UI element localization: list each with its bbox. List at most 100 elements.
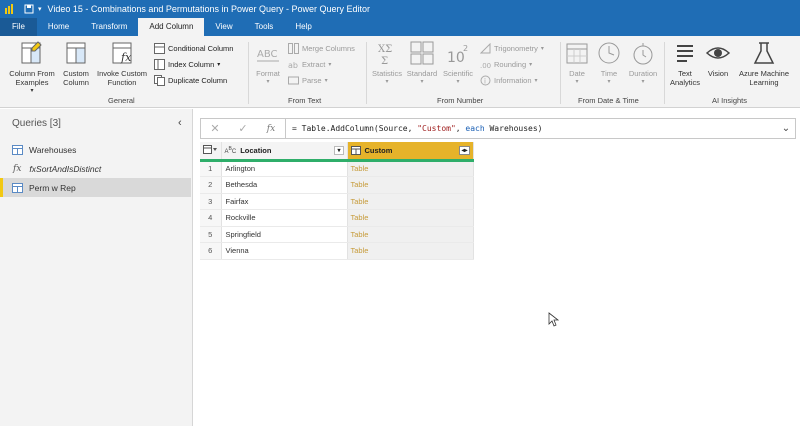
information-button[interactable]: i Information ▾ bbox=[480, 74, 538, 87]
tab-tools[interactable]: Tools bbox=[244, 18, 285, 36]
custom-column-icon bbox=[66, 42, 86, 64]
format-button[interactable]: ABC Format ▾ bbox=[252, 40, 284, 87]
mouse-cursor-icon bbox=[548, 312, 559, 327]
conditional-column-button[interactable]: Conditional Column bbox=[154, 42, 233, 55]
svg-text:XΣ: XΣ bbox=[378, 44, 392, 55]
svg-text:i: i bbox=[484, 78, 486, 86]
trigonometry-button[interactable]: Trigonometry ▾ bbox=[480, 42, 544, 55]
date-button[interactable]: Date ▾ bbox=[564, 40, 590, 87]
table-menu-button[interactable] bbox=[200, 142, 222, 162]
invoke-function-icon: fx bbox=[112, 42, 132, 64]
text-analytics-button[interactable]: Text Analytics bbox=[668, 40, 702, 87]
clock-icon bbox=[598, 42, 620, 64]
scientific-icon: 102 bbox=[447, 44, 468, 66]
table-cell[interactable]: Bethesda bbox=[221, 176, 348, 194]
duration-button[interactable]: Duration ▾ bbox=[626, 40, 660, 87]
expand-formula-chevron-down-icon[interactable]: ⌄ bbox=[777, 123, 795, 134]
custom-column-button[interactable]: Custom Column bbox=[60, 40, 92, 87]
invoke-custom-function-button[interactable]: fx Invoke Custom Function bbox=[94, 40, 150, 87]
table-row[interactable]: 1 Arlington Table bbox=[200, 160, 474, 177]
scientific-button[interactable]: 10 2 Scientific ▾ bbox=[440, 40, 476, 87]
table-cell[interactable]: Rockville bbox=[221, 209, 348, 227]
duplicate-column-icon bbox=[154, 75, 165, 86]
formula-input[interactable]: = Table.AddColumn(Source, "Custom", each… bbox=[286, 124, 777, 133]
ribbon-separator bbox=[664, 42, 665, 104]
table-link-cell[interactable]: Table bbox=[347, 176, 474, 194]
extract-button[interactable]: ab Extract ▾ bbox=[288, 58, 331, 71]
column-header-custom[interactable]: Custom ◂▸ bbox=[347, 142, 474, 162]
table-row[interactable]: 5 Springfield Table bbox=[200, 226, 474, 243]
trigonometry-icon bbox=[480, 43, 491, 54]
table-type-icon[interactable] bbox=[350, 145, 361, 155]
merge-columns-button[interactable]: Merge Columns bbox=[288, 42, 355, 55]
tab-transform[interactable]: Transform bbox=[80, 18, 138, 36]
save-icon[interactable] bbox=[24, 4, 34, 14]
column-header-location[interactable]: ABC Location ▾ bbox=[221, 142, 348, 162]
index-column-button[interactable]: Index Column ▾ bbox=[154, 58, 220, 71]
tab-file[interactable]: File bbox=[0, 18, 37, 36]
data-grid: ABC Location ▾ Custom ◂▸ 1 Arlington Table… bbox=[200, 142, 474, 260]
table-icon bbox=[12, 144, 23, 155]
standard-button[interactable]: Standard ▾ bbox=[404, 40, 440, 87]
column-filter-dropdown-icon[interactable]: ▾ bbox=[334, 145, 344, 155]
statistics-button[interactable]: XΣ Σ Statistics ▾ bbox=[370, 40, 404, 87]
selected-indicator bbox=[0, 178, 3, 197]
table-cell[interactable]: Springfield bbox=[221, 226, 348, 243]
collapse-pane-chevron-icon[interactable]: ‹ bbox=[178, 117, 182, 129]
calendar-icon bbox=[566, 43, 588, 64]
fx-insert-function-icon[interactable]: fx bbox=[257, 124, 285, 134]
query-item-fxsortandisdistinct[interactable]: fx fxSortAndIsDistinct bbox=[4, 159, 191, 178]
statistics-icon: XΣΣ bbox=[378, 44, 392, 66]
tab-add-column[interactable]: Add Column bbox=[138, 18, 205, 36]
table-cell[interactable]: Vienna bbox=[221, 242, 348, 260]
table-row[interactable]: 6 Vienna Table bbox=[200, 242, 474, 260]
svg-text:.00: .00 bbox=[480, 62, 491, 70]
quick-access-dropdown[interactable]: ▾ bbox=[38, 5, 42, 13]
vision-button[interactable]: Vision bbox=[704, 40, 732, 78]
table-menu-icon bbox=[203, 144, 218, 154]
parse-button[interactable]: Parse ▾ bbox=[288, 74, 328, 87]
table-link-cell[interactable]: Table bbox=[347, 242, 474, 260]
table-cell[interactable]: Fairfax bbox=[221, 193, 348, 210]
table-link-cell[interactable]: Table bbox=[347, 193, 474, 210]
table-link-cell[interactable]: Table bbox=[347, 209, 474, 227]
table-icon bbox=[12, 182, 23, 193]
tab-view[interactable]: View bbox=[204, 18, 243, 36]
table-link-cell[interactable]: Table bbox=[347, 160, 474, 177]
table-cell[interactable]: Arlington bbox=[221, 160, 348, 177]
azure-machine-learning-button[interactable]: Azure Machine Learning bbox=[734, 40, 794, 87]
group-label-ai-insights: AI Insights bbox=[712, 96, 748, 105]
cancel-formula-icon[interactable]: ✕ bbox=[201, 122, 229, 135]
time-button[interactable]: Time ▾ bbox=[594, 40, 624, 87]
table-link-cell[interactable]: Table bbox=[347, 226, 474, 243]
expand-column-icon[interactable]: ◂▸ bbox=[459, 145, 470, 155]
ribbon-separator bbox=[366, 42, 367, 104]
query-item-perm-w-rep[interactable]: Perm w Rep bbox=[0, 178, 191, 197]
ribbon: Column From Examples ▾ Custom Column fx … bbox=[0, 36, 800, 108]
text-type-icon[interactable]: ABC bbox=[225, 146, 237, 155]
duplicate-column-button[interactable]: Duplicate Column bbox=[154, 74, 227, 87]
standard-icon bbox=[410, 41, 434, 65]
conditional-column-icon bbox=[154, 43, 165, 54]
stopwatch-icon bbox=[633, 43, 653, 65]
svg-text:ABC: ABC bbox=[257, 49, 278, 60]
svg-text:2: 2 bbox=[463, 44, 468, 53]
tab-help[interactable]: Help bbox=[284, 18, 322, 36]
table-row[interactable]: 3 Fairfax Table bbox=[200, 193, 474, 210]
function-icon: fx bbox=[13, 163, 22, 174]
flask-icon bbox=[753, 42, 775, 64]
parse-icon bbox=[288, 76, 299, 85]
rounding-button[interactable]: .00 Rounding ▾ bbox=[480, 58, 532, 71]
query-item-warehouses[interactable]: Warehouses bbox=[4, 140, 191, 159]
tab-home[interactable]: Home bbox=[37, 18, 80, 36]
group-label-from-text: From Text bbox=[288, 96, 322, 105]
ribbon-separator bbox=[560, 42, 561, 104]
column-from-examples-button[interactable]: Column From Examples ▾ bbox=[6, 40, 58, 96]
format-icon: ABC bbox=[257, 49, 279, 62]
queries-title: Queries [3] bbox=[12, 118, 61, 129]
table-row[interactable]: 2 Bethesda Table bbox=[200, 176, 474, 194]
svg-text:fx: fx bbox=[120, 51, 132, 64]
commit-formula-icon[interactable]: ✓ bbox=[229, 122, 257, 135]
table-row[interactable]: 4 Rockville Table bbox=[200, 209, 474, 227]
text-analytics-icon bbox=[677, 45, 693, 62]
